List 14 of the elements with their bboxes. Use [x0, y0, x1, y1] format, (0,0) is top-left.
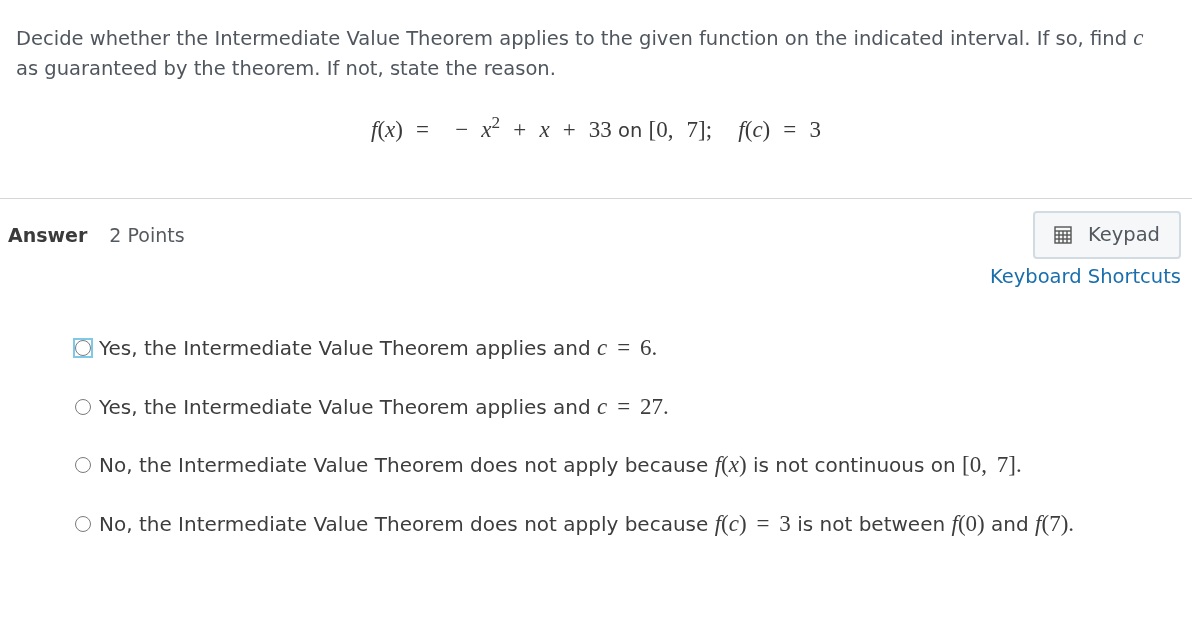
question-text: Decide whether the Intermediate Value Theorem applies to the given function on the indicated interval. If so, find c as guaranteed by the theorem. If not, state the reason.: [16, 24, 1145, 82]
points-label: 2 Points: [109, 222, 185, 248]
option-text: No, the Intermediate Value Theorem does not apply because f(c) = 3 is not between f(0) and f(7).: [99, 509, 1075, 538]
radio-button[interactable]: [75, 398, 91, 415]
keypad-button[interactable]: Keypad: [1032, 211, 1181, 259]
option-text: No, the Intermediate Value Theorem does not apply because f(x) is not continuous on [0, 7].: [99, 451, 1022, 479]
option-text: Yes, the Intermediate Value Theorem applies and c = 27.: [99, 392, 669, 421]
radio-button[interactable]: [75, 457, 91, 474]
option-text: Yes, the Intermediate Value Theorem applies and c = 6.: [99, 334, 658, 362]
calculator-icon: [1053, 226, 1072, 244]
keyboard-shortcuts-link[interactable]: Keyboard Shortcuts: [989, 265, 1181, 289]
answer-label: Answer: [8, 222, 88, 248]
radio-button[interactable]: [75, 515, 91, 532]
function-formula: f(x) = − x$^{2}$ + x + 33 on [0, 7]; f(c) = 3: [371, 115, 821, 144]
